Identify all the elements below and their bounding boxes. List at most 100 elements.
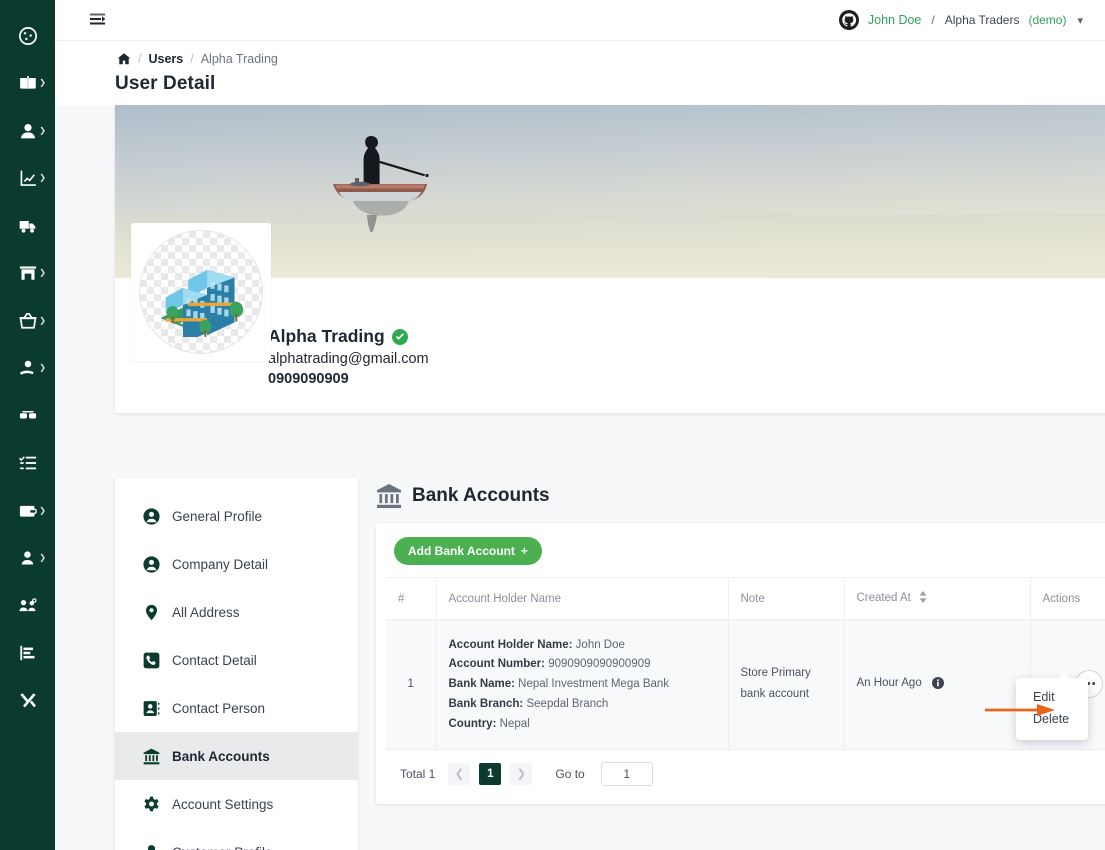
rail-item-dashboard[interactable] bbox=[0, 12, 55, 60]
fisherman-silhouette bbox=[333, 136, 429, 232]
pagination-goto-input[interactable] bbox=[600, 761, 653, 786]
col-account-holder-name: Account Holder Name bbox=[436, 577, 729, 620]
tab-contact-detail[interactable]: Contact Detail bbox=[115, 636, 358, 684]
tab-account-settings[interactable]: Account Settings bbox=[115, 780, 358, 828]
row-actions-dropdown: Edit Delete bbox=[1016, 672, 1088, 740]
detail-label: Country: bbox=[448, 718, 497, 730]
rail-item-delivery[interactable] bbox=[0, 202, 55, 250]
detail-value: John Doe bbox=[575, 638, 625, 651]
chevron-right-icon: ❯ bbox=[39, 315, 46, 325]
checklist-icon bbox=[18, 454, 37, 472]
breadcrumb: / Users / Alpha Trading bbox=[55, 49, 1105, 69]
bar-chart-icon bbox=[19, 644, 37, 662]
rail-item-reports[interactable]: ❯ bbox=[0, 155, 55, 203]
gear-icon bbox=[143, 796, 160, 813]
github-icon bbox=[838, 10, 859, 30]
tab-label: Contact Person bbox=[172, 700, 266, 716]
detail-value: 9090909090900909 bbox=[548, 658, 651, 671]
tab-bank-accounts[interactable]: Bank Accounts bbox=[115, 732, 358, 780]
rail-item-inventory[interactable] bbox=[0, 392, 55, 440]
open-book-icon bbox=[19, 74, 37, 92]
tab-contact-person[interactable]: Contact Person bbox=[115, 684, 358, 732]
info-icon[interactable] bbox=[931, 676, 944, 692]
sidebar-toggle-icon[interactable] bbox=[87, 11, 109, 29]
tab-general-profile[interactable]: General Profile bbox=[115, 492, 358, 540]
row-created-at: An Hour Ago bbox=[844, 619, 1031, 750]
detail-bank-name: Bank Name: Nepal Investment Mega Bank bbox=[449, 677, 716, 691]
section-header: Bank Accounts bbox=[376, 483, 1105, 509]
breadcrumb-item-users[interactable]: Users bbox=[148, 52, 183, 66]
col-created-at[interactable]: Created At bbox=[844, 577, 1031, 620]
primary-icon-rail: ❯ ❯ ❯ ❯ ❯ ❯ ❯ ❯ bbox=[0, 0, 55, 850]
account-org-mode: (demo) bbox=[1028, 13, 1067, 27]
hand-coin-icon bbox=[19, 359, 37, 377]
plus-icon: + bbox=[520, 544, 528, 558]
pagination-page-1[interactable]: 1 bbox=[479, 762, 502, 785]
content-area: Alpha Trading alphatrading@gmail.com 090… bbox=[55, 105, 1105, 850]
tab-company-detail[interactable]: Company Detail bbox=[115, 540, 358, 588]
breadcrumb-bar: / Users / Alpha Trading User Detail bbox=[55, 41, 1105, 105]
rail-item-purchase[interactable]: ❯ bbox=[0, 297, 55, 345]
detail-tab-menu: General Profile Company Detail All Addre… bbox=[115, 478, 358, 850]
detail-label: Account Holder Name: bbox=[448, 638, 573, 651]
table-row[interactable]: 1 Account Holder Name: John Doe Account … bbox=[386, 619, 1105, 750]
phone-square-icon bbox=[143, 652, 160, 669]
top-bar: John Doe / Alpha Traders (demo) ▾ bbox=[55, 0, 1105, 41]
row-note: Store Primary bank account bbox=[728, 619, 845, 750]
chevron-right-icon: ❯ bbox=[39, 125, 46, 135]
rail-item-catalog[interactable]: ❯ bbox=[0, 60, 55, 108]
bank-icon bbox=[376, 483, 402, 509]
breadcrumb-separator-1: / bbox=[138, 52, 142, 66]
pagination-prev-button[interactable]: ❮ bbox=[448, 762, 471, 785]
breadcrumb-separator-2: / bbox=[190, 52, 194, 66]
rail-item-store[interactable]: ❯ bbox=[0, 250, 55, 298]
tab-all-address[interactable]: All Address bbox=[115, 588, 358, 636]
detail-label: Bank Name: bbox=[448, 678, 515, 691]
profile-name-row: Alpha Trading bbox=[268, 326, 1105, 347]
pagination-goto-label: Go to bbox=[555, 766, 585, 781]
boxes-icon bbox=[19, 407, 37, 425]
detail-account-number: Account Number: 9090909090900909 bbox=[449, 657, 716, 671]
chevron-right-icon: ❯ bbox=[39, 505, 46, 515]
rail-item-teams[interactable] bbox=[0, 582, 55, 630]
rail-item-wallet[interactable]: ❯ bbox=[0, 487, 55, 535]
sort-arrows-icon[interactable] bbox=[919, 591, 927, 606]
col-created-at-label: Created At bbox=[856, 592, 911, 604]
profile-name: Alpha Trading bbox=[268, 326, 385, 346]
bank-accounts-table: # Account Holder Name Note Created At Ac… bbox=[386, 577, 1105, 750]
profile-card: Alpha Trading alphatrading@gmail.com 090… bbox=[115, 105, 1105, 413]
detail-bank-branch: Bank Branch: Seepdal Branch bbox=[449, 697, 716, 711]
detail-value: Nepal bbox=[499, 718, 530, 730]
rail-item-analytics[interactable] bbox=[0, 630, 55, 678]
home-icon[interactable] bbox=[117, 52, 131, 66]
chevron-right-icon: ❯ bbox=[39, 363, 46, 373]
add-bank-account-label: Add Bank Account bbox=[408, 544, 515, 558]
account-org-name: Alpha Traders bbox=[944, 13, 1020, 27]
rail-item-users[interactable]: ❯ bbox=[0, 107, 55, 155]
dropdown-item-delete[interactable]: Delete bbox=[1016, 708, 1088, 730]
account-menu[interactable]: John Doe / Alpha Traders (demo) ▾ bbox=[838, 10, 1083, 30]
chevron-right-icon: ❯ bbox=[39, 268, 46, 278]
rail-item-tasks[interactable] bbox=[0, 440, 55, 488]
avatar-frame bbox=[131, 223, 271, 361]
add-bank-account-button[interactable]: Add Bank Account + bbox=[394, 537, 542, 565]
rail-item-payments[interactable]: ❯ bbox=[0, 345, 55, 393]
detail-label: Account Number: bbox=[448, 658, 545, 671]
rail-item-contacts[interactable]: ❯ bbox=[0, 535, 55, 583]
tab-customer-profile[interactable]: Customer Profile bbox=[115, 828, 358, 850]
chevron-down-icon[interactable]: ▾ bbox=[1077, 14, 1083, 27]
tab-label: Contact Detail bbox=[172, 652, 257, 668]
detail-account-holder-name: Account Holder Name: John Doe bbox=[449, 638, 716, 652]
storefront-icon bbox=[19, 264, 37, 282]
tab-label: Company Detail bbox=[172, 556, 269, 572]
bank-accounts-card: Add Bank Account + CSV # Account Holder … bbox=[376, 523, 1105, 804]
col-note: Note bbox=[728, 577, 845, 620]
truck-icon bbox=[19, 217, 37, 235]
detail-label: Bank Branch: bbox=[448, 698, 524, 711]
dropdown-item-edit[interactable]: Edit bbox=[1016, 686, 1088, 708]
pagination-next-button[interactable]: ❯ bbox=[510, 762, 533, 785]
rail-item-tools[interactable] bbox=[0, 677, 55, 725]
map-pin-icon bbox=[143, 604, 160, 621]
tab-label: All Address bbox=[172, 604, 240, 620]
chart-line-icon bbox=[19, 169, 37, 187]
